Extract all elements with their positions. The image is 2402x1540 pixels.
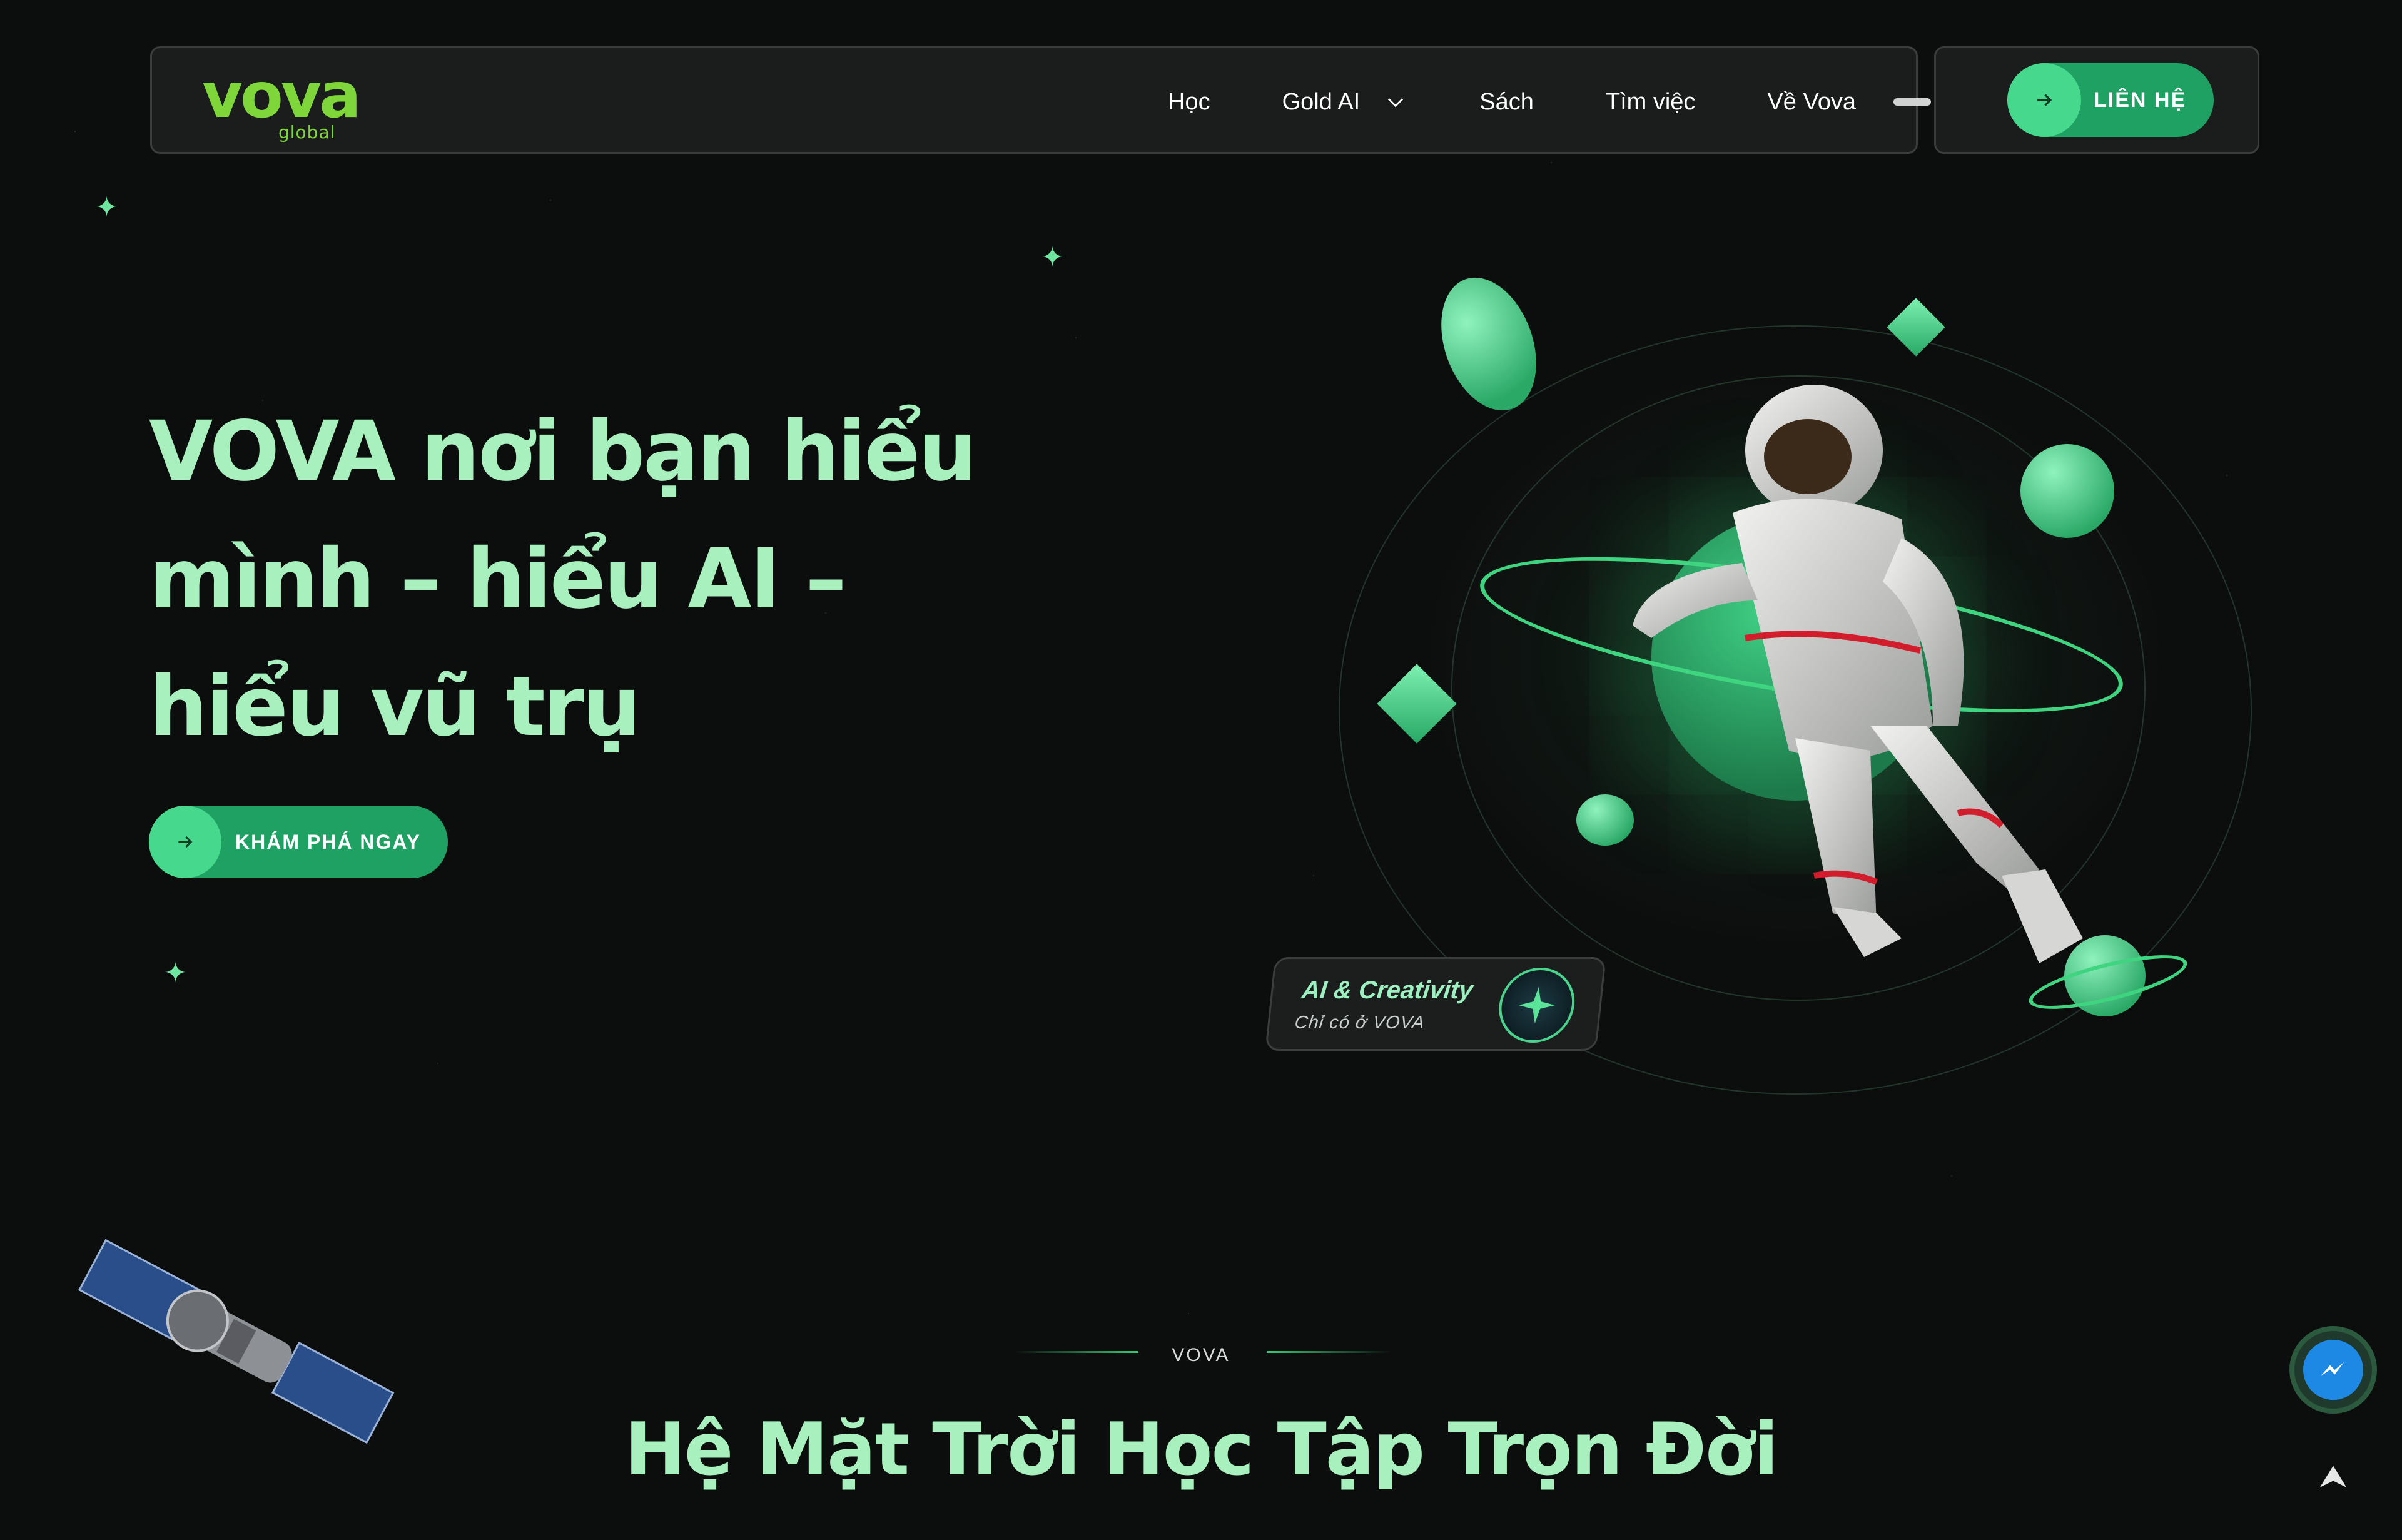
section-title: Hệ Mặt Trời Học Tập Trọn Đời bbox=[624, 1407, 1779, 1492]
green-sphere-small bbox=[1576, 794, 1634, 846]
logo-subtitle: global bbox=[278, 122, 336, 143]
nav-item-label: Về Vova bbox=[1767, 88, 1856, 115]
badge-title: AI & Creativity bbox=[1300, 976, 1475, 1004]
explore-button-label: KHÁM PHÁ NGAY bbox=[235, 830, 421, 853]
chevron-down-icon bbox=[1388, 98, 1404, 108]
kicker-line-right bbox=[1267, 1351, 1392, 1353]
nav-connector bbox=[1893, 98, 1931, 106]
page: vova global Học Gold AI Sách Tìm việc Về… bbox=[0, 0, 2402, 1540]
messenger-icon bbox=[2303, 1340, 2363, 1400]
section-kicker: VOVA bbox=[0, 1345, 2402, 1366]
sparkle-icon: ✦ bbox=[95, 192, 118, 223]
sparkle-icon bbox=[1495, 968, 1579, 1043]
top-navbar: vova global Học Gold AI Sách Tìm việc Về… bbox=[150, 46, 1931, 156]
arrow-up-icon[interactable] bbox=[2313, 1457, 2353, 1497]
badge-subtitle: Chỉ có ở VOVA bbox=[1294, 1013, 1426, 1033]
logo-wordmark: vova bbox=[202, 59, 362, 132]
section-kicker-text: VOVA bbox=[1172, 1345, 1230, 1365]
arrow-right-icon bbox=[149, 806, 221, 878]
nav-contact-panel: LIÊN HỆ bbox=[1934, 46, 2259, 154]
explore-now-button[interactable]: KHÁM PHÁ NGAY bbox=[149, 806, 448, 878]
messenger-button[interactable] bbox=[2289, 1326, 2377, 1414]
nav-menu: Học Gold AI Sách Tìm việc Về Vova bbox=[1096, 48, 1856, 156]
nav-item-hoc[interactable]: Học bbox=[1168, 89, 1210, 116]
arrow-right-icon bbox=[2007, 63, 2081, 137]
sparkle-icon: ✦ bbox=[164, 958, 187, 988]
contact-button-label: LIÊN HỆ bbox=[2094, 88, 2187, 112]
sparkle-icon: ✦ bbox=[1041, 242, 1064, 273]
astronaut-figure bbox=[1633, 385, 2083, 963]
nav-item-tim-viec[interactable]: Tìm việc bbox=[1606, 89, 1696, 116]
nav-item-ve-vova[interactable]: Về Vova bbox=[1767, 89, 1856, 116]
nav-item-label: Tìm việc bbox=[1605, 88, 1696, 115]
nav-item-sach[interactable]: Sách bbox=[1479, 89, 1534, 116]
green-sphere bbox=[2020, 444, 2114, 538]
vova-logo[interactable]: vova global bbox=[202, 64, 362, 143]
nav-item-gold-ai[interactable]: Gold AI bbox=[1282, 89, 1408, 116]
contact-button[interactable]: LIÊN HỆ bbox=[2007, 63, 2214, 137]
nav-item-label: Sách bbox=[1479, 88, 1534, 115]
ai-creativity-badge: AI & Creativity Chỉ có ở VOVA bbox=[1265, 957, 1606, 1051]
nav-item-label: Gold AI bbox=[1282, 88, 1361, 115]
nav-item-label: Học bbox=[1168, 88, 1210, 115]
hero-title: VOVA nơi bạn hiểu mình – hiểu AI – hiểu … bbox=[149, 403, 977, 755]
